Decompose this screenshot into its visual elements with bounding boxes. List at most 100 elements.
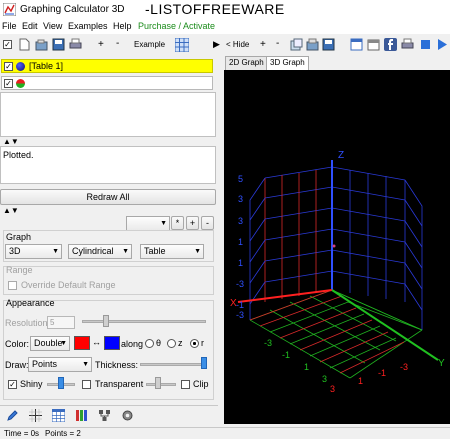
save-image-icon[interactable]: [322, 38, 335, 51]
equation-list-area: [0, 92, 216, 137]
equation-checkbox[interactable]: ✓: [4, 62, 13, 71]
remove-equation-button[interactable]: -: [116, 38, 119, 49]
along-z-radio[interactable]: [167, 339, 176, 348]
select-all-checkbox[interactable]: ✓: [3, 40, 12, 49]
print-graph-icon[interactable]: [401, 38, 414, 51]
add-equation-button[interactable]: +: [98, 39, 104, 50]
right-wall-lines: [404, 179, 423, 330]
bottom-tool-tabs: [0, 405, 218, 425]
equation-text[interactable]: [Table 1]: [29, 61, 63, 71]
draw-mode-value: Points: [32, 359, 58, 369]
hide-panel-button[interactable]: < Hide: [226, 40, 249, 49]
z-tick: 1: [238, 258, 243, 268]
coordinate-value: Cylindrical: [72, 246, 114, 256]
example-button[interactable]: Example: [134, 40, 165, 49]
zoom-out-button[interactable]: -: [276, 38, 279, 49]
save-icon[interactable]: [52, 38, 65, 51]
pencil-icon[interactable]: [6, 409, 19, 422]
y-axis-label: Y: [438, 358, 445, 369]
zoom-in-button[interactable]: +: [260, 39, 266, 50]
back-wall-grid: [264, 166, 406, 285]
z-tick: 3: [238, 216, 243, 226]
transparency-slider-handle[interactable]: [155, 377, 161, 389]
redraw-all-button[interactable]: Redraw All: [0, 189, 216, 205]
color-mode-select[interactable]: Double ▼: [30, 336, 70, 351]
style-dropdown[interactable]: ▼: [126, 216, 170, 231]
menu-edit[interactable]: Edit: [22, 21, 38, 31]
resolution-slider[interactable]: [82, 320, 206, 323]
message-box: Plotted.: [0, 146, 216, 184]
status-bar: Time = 0s Points = 2: [0, 427, 450, 439]
override-range-checkbox[interactable]: [8, 281, 17, 290]
color-a-swatch[interactable]: [74, 336, 90, 350]
title-bar: Graphing Calculator 3D -LISTOFFREEWARE: [0, 0, 450, 20]
collapse-arrow-icon[interactable]: ▶: [213, 39, 220, 50]
data-table-icon[interactable]: [52, 409, 65, 422]
equation-row[interactable]: ✓ [Table 1]: [1, 59, 213, 73]
tab-3d-graph[interactable]: 3D Graph: [266, 56, 309, 70]
resolution-input[interactable]: 5: [47, 316, 75, 329]
z-tick: -1: [236, 300, 244, 310]
color-bars-icon[interactable]: [75, 409, 88, 422]
shiny-checkbox[interactable]: ✓: [8, 380, 17, 389]
axes-icon[interactable]: [29, 409, 42, 422]
facebook-icon[interactable]: [384, 38, 397, 51]
open-file-icon[interactable]: [35, 38, 48, 51]
network-icon[interactable]: [98, 409, 111, 422]
print-icon[interactable]: [69, 38, 82, 51]
equation-color-icon[interactable]: [16, 79, 25, 88]
z-tick: 1: [238, 237, 243, 247]
remove-style-button[interactable]: -: [201, 216, 214, 230]
menu-file[interactable]: File: [2, 21, 17, 31]
clip-checkbox[interactable]: [181, 380, 190, 389]
appearance-section-label: Appearance: [6, 298, 55, 308]
menu-examples[interactable]: Examples: [68, 21, 108, 31]
app-logo-icon: [3, 3, 16, 16]
settings-gear-icon[interactable]: [121, 409, 134, 422]
graph-canvas[interactable]: Z X Y 5 3 1 -1 -3 3 1 -3 3 1 -1 -3 -3 -1…: [224, 70, 450, 424]
along-theta-radio[interactable]: [145, 339, 154, 348]
swap-colors-icon[interactable]: ↔: [92, 337, 101, 347]
transparent-checkbox[interactable]: [82, 380, 91, 389]
copy-image-icon[interactable]: [290, 38, 303, 51]
star-button[interactable]: *: [171, 216, 184, 230]
graph-type-value: Table: [144, 246, 166, 256]
resolution-slider-handle[interactable]: [103, 315, 109, 327]
along-theta-label: θ: [156, 338, 162, 348]
calendar-icon[interactable]: [367, 38, 380, 51]
coordinate-select[interactable]: Cylindrical ▼: [68, 244, 132, 259]
z-axis-label: Z: [338, 150, 344, 161]
add-style-button[interactable]: +: [186, 216, 199, 230]
3d-plot: Z X Y 5 3 1 -1 -3 3 1 -3 3 1 -1 -3 -3 -1…: [230, 150, 445, 394]
window-title: Graphing Calculator 3D: [20, 4, 125, 15]
play-icon[interactable]: [435, 38, 448, 51]
stop-icon[interactable]: [419, 38, 432, 51]
splitter-arrows-icon[interactable]: ▲▼: [3, 206, 19, 215]
color-b-swatch[interactable]: [104, 336, 120, 350]
thickness-slider[interactable]: [140, 363, 206, 366]
transparency-slider[interactable]: [146, 383, 176, 386]
new-file-icon[interactable]: [18, 38, 31, 51]
equation-checkbox[interactable]: ✓: [4, 79, 13, 88]
along-label: along: [121, 339, 144, 349]
x-tick: -3: [400, 362, 408, 372]
along-r-radio[interactable]: [190, 339, 199, 348]
draw-mode-select[interactable]: Points ▼: [28, 357, 92, 372]
equation-row[interactable]: ✓: [1, 76, 213, 90]
dimension-select[interactable]: 3D ▼: [5, 244, 62, 259]
menu-view[interactable]: View: [43, 21, 62, 31]
graph-type-select[interactable]: Table ▼: [140, 244, 204, 259]
equation-color-icon[interactable]: [16, 62, 25, 71]
menu-help[interactable]: Help: [113, 21, 132, 31]
floor-red-lines: [249, 289, 405, 374]
export-icon[interactable]: [306, 38, 319, 51]
thickness-slider-handle[interactable]: [201, 357, 207, 369]
brand-watermark: -LISTOFFREEWARE: [145, 1, 285, 17]
splitter-arrows-icon[interactable]: ▲▼: [3, 137, 19, 146]
table-icon[interactable]: [175, 38, 189, 52]
range-section-label: Range: [6, 265, 33, 275]
window-icon[interactable]: [350, 38, 363, 51]
shiny-slider-handle[interactable]: [58, 377, 64, 389]
menu-purchase[interactable]: Purchase / Activate: [138, 21, 215, 31]
tab-2d-graph[interactable]: 2D Graph: [225, 56, 268, 70]
